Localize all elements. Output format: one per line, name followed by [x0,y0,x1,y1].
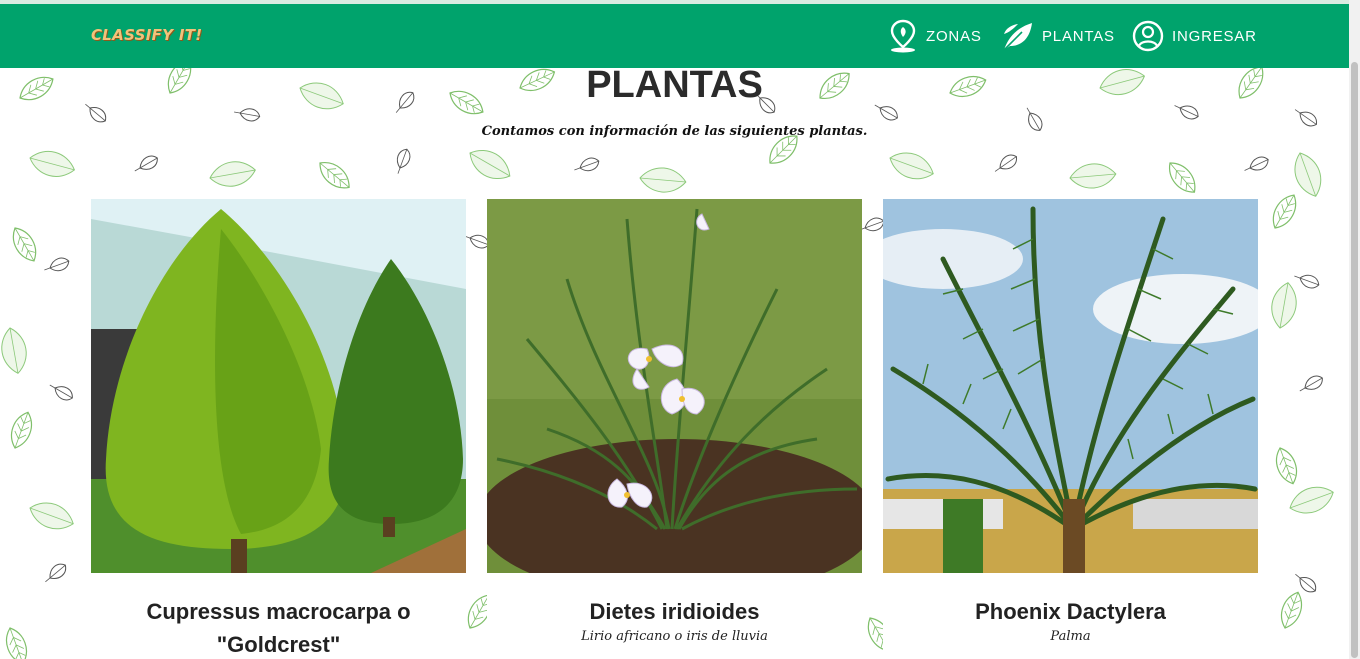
nav-plantas[interactable]: PLANTAS [1002,18,1115,54]
plant-card[interactable]: Dietes iridioides Lirio africano o iris … [487,199,862,659]
nav-zonas[interactable]: ZONAS [888,18,982,54]
navbar: CLASSIFY IT! ZONAS PLANTAS INGRESAR [0,4,1349,68]
brand-logo[interactable]: CLASSIFY IT! [91,26,202,44]
page-title: PLANTAS [586,64,763,106]
plant-common-name: Palma [1050,629,1091,644]
plant-name: Dietes iridioides [589,599,760,624]
plant-name: Phoenix Dactylera [975,599,1166,624]
plant-common-name: Lirio africano o iris de lluvia [581,629,768,644]
user-circle-icon [1132,20,1164,52]
nav-zonas-label: ZONAS [926,27,982,45]
plant-photo-cupressus[interactable] [91,199,466,573]
nav-ingresar[interactable]: INGRESAR [1132,18,1257,54]
plant-photo-phoenix[interactable] [883,199,1258,573]
plant-photo-dietes[interactable] [487,199,862,573]
scrollbar-thumb[interactable] [1351,62,1358,658]
nav-ingresar-label: INGRESAR [1172,27,1257,45]
nav-plantas-label: PLANTAS [1042,27,1115,45]
location-pin-icon [890,19,916,53]
plant-card[interactable]: Phoenix Dactylera Palma [883,199,1258,659]
plant-card[interactable]: Cupressus macrocarpa o "Goldcrest" [91,199,466,659]
plant-name: Cupressus macrocarpa o "Goldcrest" [146,599,411,657]
leaf-icon [1003,23,1032,51]
page-subtitle: Contamos con información de las siguient… [481,124,868,139]
page: CLASSIFY IT! ZONAS PLANTAS INGRESAR PLAN… [0,0,1360,659]
